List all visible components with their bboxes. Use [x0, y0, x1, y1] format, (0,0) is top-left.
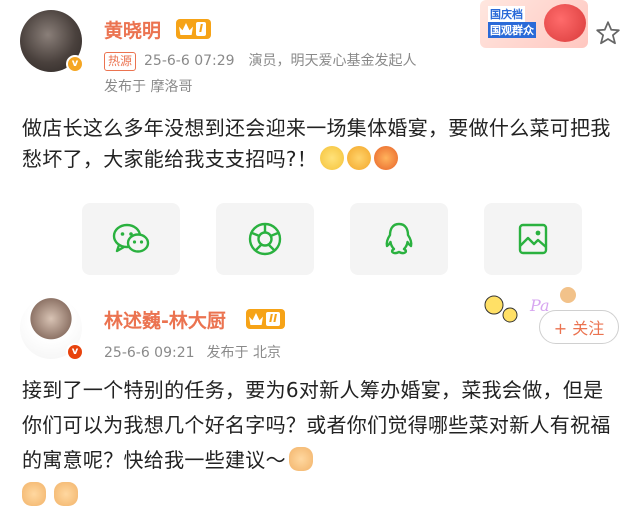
share-row [82, 203, 582, 275]
mascot-icon [544, 4, 586, 42]
post-meta: 25-6-6 09:21 发布于 北京 [104, 342, 281, 362]
post-1: v 黄晓明 I 热源 25-6-6 07:29 演员，明天爱心基金发起人 发布于 摩… [0, 0, 640, 285]
member-level-badge[interactable]: I [176, 19, 212, 39]
wechat-icon [112, 223, 150, 253]
user-bio: 演员，明天爱心基金发起人 [248, 53, 417, 69]
crown-icon [179, 23, 193, 35]
crying-emoji-icon [374, 146, 399, 170]
favorite-star-icon[interactable] [595, 20, 621, 46]
hot-source-tag[interactable]: 热源 [104, 52, 137, 71]
member-level-badge[interactable]: II [246, 309, 286, 329]
post-text: 做店长这么多年没想到还会迎来一场集体婚宴，要做什么菜可把我愁坏了，大家能给我支支… [22, 116, 611, 171]
post-meta: 热源 25-6-6 07:29 演员，明天爱心基金发起人 [104, 50, 417, 71]
share-qq-button[interactable] [350, 203, 448, 275]
sweat-emoji-icon [347, 146, 372, 170]
save-image-button[interactable] [484, 203, 582, 275]
follow-button[interactable]: + 关注 [539, 310, 619, 344]
share-wechat-button[interactable] [82, 203, 180, 275]
publish-location: 发布于 北京 [206, 345, 281, 361]
ok-hand-emoji-icon [54, 482, 78, 506]
moments-icon [248, 222, 282, 256]
username[interactable]: 林述巍-林大厨 [104, 306, 226, 333]
publish-location: 发布于 摩洛哥 [104, 79, 193, 95]
save-image-icon [518, 223, 548, 255]
ok-hand-emoji-icon [288, 447, 313, 471]
glasses-emoji-icon [320, 146, 345, 170]
username[interactable]: 黄晓明 [104, 16, 161, 43]
promo-banner[interactable]: 国庆档 国观群众 [480, 0, 588, 48]
post-text: 接到了一个特别的任务，要为6对新人筹办婚宴，菜我会做，但是你们可以为我想几个好名… [22, 373, 622, 513]
crown-icon [249, 313, 263, 325]
ok-hand-emoji-icon [22, 482, 46, 506]
verified-badge-icon: v [66, 55, 84, 73]
share-moments-button[interactable] [216, 203, 314, 275]
verified-badge-icon: v [66, 343, 84, 361]
qq-icon [385, 222, 413, 255]
post-time: 25-6-6 09:21 [104, 345, 195, 361]
post-time: 25-6-6 07:29 [144, 53, 235, 69]
